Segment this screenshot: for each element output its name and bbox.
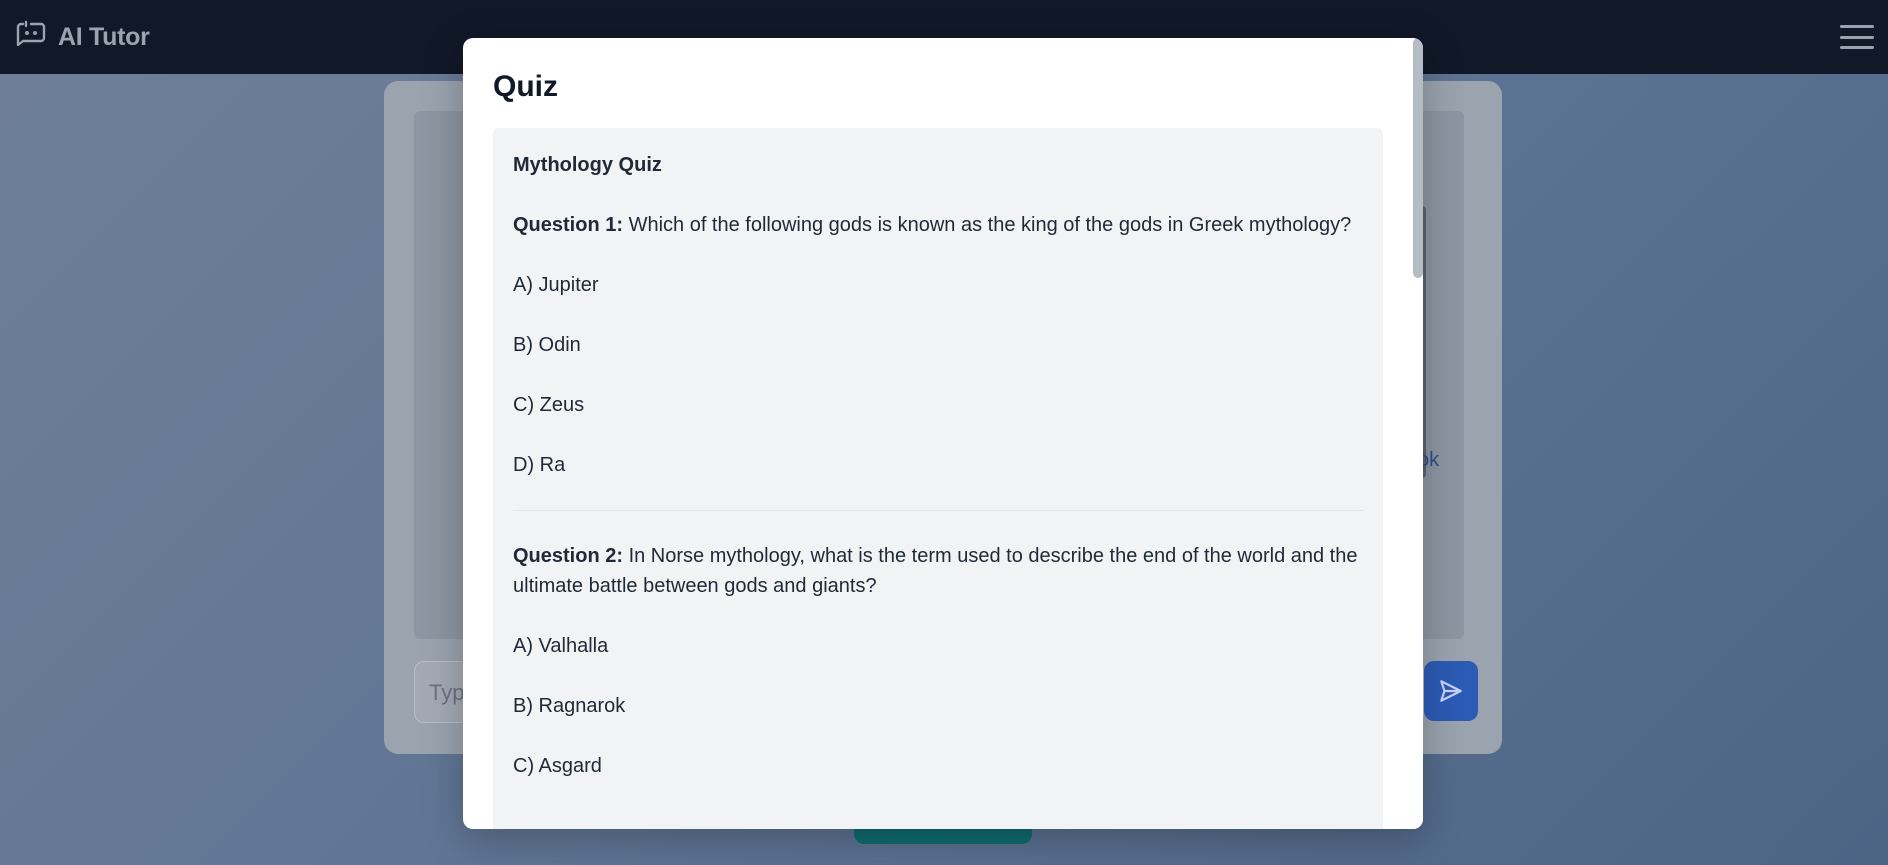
- option-item: D) Ra: [513, 454, 566, 476]
- question-label: Question 1:: [513, 214, 624, 236]
- send-icon: [1440, 680, 1462, 702]
- send-button[interactable]: [1424, 661, 1478, 721]
- option-item: B) Odin: [513, 334, 581, 356]
- question-text: In Norse mythology, what is the term use…: [513, 545, 1358, 597]
- quiz-title: Mythology Quiz: [513, 154, 662, 176]
- question-1: Question 1: Which of the following gods …: [513, 210, 1363, 240]
- brand[interactable]: AI Tutor: [14, 20, 150, 54]
- option-item: B) Ragnarok: [513, 695, 626, 717]
- option-item: A) Jupiter: [513, 274, 599, 296]
- question-divider: [513, 510, 1363, 511]
- quiz-content: Mythology Quiz Question 1: Which of the …: [493, 128, 1383, 829]
- option-item: C) Zeus: [513, 394, 585, 416]
- app-title: AI Tutor: [58, 22, 150, 51]
- chat-input-placeholder: Typ: [429, 680, 465, 705]
- question-label: Question 2:: [513, 545, 624, 567]
- quiz-modal: Quiz Mythology Quiz Question 1: Which of…: [463, 38, 1423, 829]
- menu-bar: [1840, 46, 1874, 49]
- question-2: Question 2: In Norse mythology, what is …: [513, 541, 1363, 601]
- option-item: C) Asgard: [513, 755, 602, 777]
- modal-scrollbar-thumb[interactable]: [1413, 38, 1423, 278]
- option-item: A) Valhalla: [513, 635, 609, 657]
- chat-bot-icon: [16, 20, 46, 47]
- menu-bar: [1840, 25, 1874, 28]
- question-text: Which of the following gods is known as …: [623, 214, 1352, 236]
- modal-scrollbar[interactable]: [1413, 38, 1423, 829]
- modal-title: Quiz: [493, 70, 558, 103]
- menu-bar: [1840, 35, 1874, 39]
- hamburger-menu-icon[interactable]: [1840, 22, 1874, 52]
